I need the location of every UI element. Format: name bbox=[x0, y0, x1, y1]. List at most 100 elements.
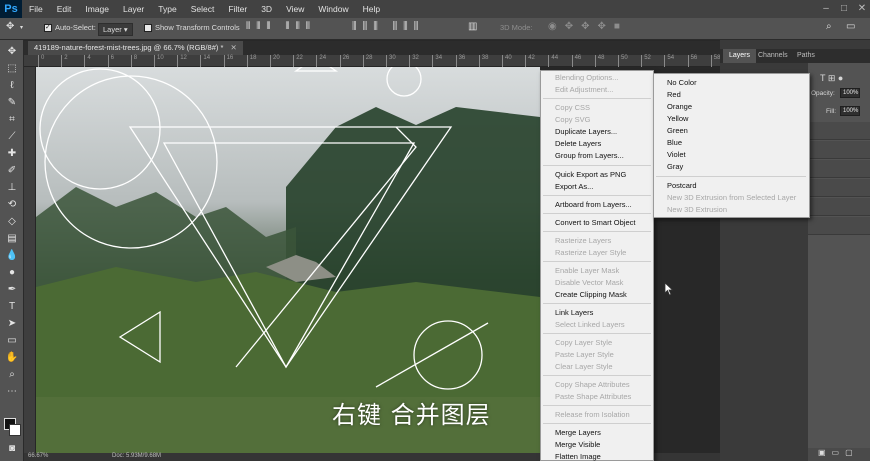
layer-row[interactable] bbox=[808, 122, 870, 140]
menu-item-rasterize-layers: Rasterize Layers bbox=[555, 236, 612, 245]
marquee-tool-icon[interactable]: ⬚ bbox=[4, 62, 20, 76]
lasso-tool-icon[interactable]: ℓ bbox=[4, 79, 20, 93]
stamp-tool-icon[interactable]: ⊥ bbox=[4, 181, 20, 195]
auto-align-icon[interactable]: ▥ bbox=[468, 21, 477, 32]
layer-row[interactable] bbox=[808, 179, 870, 197]
menu-item-red[interactable]: Red bbox=[667, 90, 681, 100]
path-select-tool-icon[interactable]: ➤ bbox=[4, 317, 20, 331]
menu-item-flatten-image[interactable]: Flatten Image bbox=[555, 452, 601, 461]
document-canvas[interactable]: 右键 合并图层 bbox=[36, 67, 540, 453]
menu-item-orange[interactable]: Orange bbox=[667, 102, 692, 112]
menu-item-yellow[interactable]: Yellow bbox=[667, 114, 688, 124]
search-icon[interactable]: ⌕ bbox=[826, 21, 832, 32]
menu-item-disable-vector-mask: Disable Vector Mask bbox=[555, 278, 624, 287]
distribute-icons[interactable]: ⫼⫼⫼ ⫼⫼⫼ bbox=[352, 21, 424, 32]
brush-tool-icon[interactable]: ✐ bbox=[4, 164, 20, 178]
ruler-tick-label: 28 bbox=[362, 55, 372, 67]
layer-row[interactable] bbox=[808, 160, 870, 178]
auto-select-checkbox[interactable]: Auto-Select: bbox=[44, 23, 96, 33]
menu-item-convert-smart-object[interactable]: Convert to Smart Object bbox=[555, 218, 635, 228]
background-color-swatch[interactable] bbox=[9, 424, 21, 436]
menu-item-link-layers[interactable]: Link Layers bbox=[555, 308, 593, 318]
tab-channels[interactable]: Channels bbox=[752, 49, 794, 63]
menu-item-merge-visible[interactable]: Merge Visible bbox=[555, 440, 600, 450]
align-icons[interactable]: ⫴⫴⫴ ⫴⫴⫴ bbox=[246, 21, 316, 32]
menu-item-create-clipping-mask[interactable]: Create Clipping Mask bbox=[555, 290, 627, 300]
tab-paths[interactable]: Paths bbox=[791, 49, 821, 63]
tool-preset-chevron-icon[interactable]: ▾ bbox=[20, 24, 23, 31]
menu-item-no-color[interactable]: No Color bbox=[667, 78, 697, 88]
close-icon[interactable]: ✕ bbox=[854, 0, 870, 18]
menu-separator bbox=[543, 333, 651, 334]
fill-label: Fill: bbox=[826, 108, 837, 115]
transform-controls-checkbox[interactable]: Show Transform Controls bbox=[144, 23, 240, 33]
ruler-tick-label: 20 bbox=[270, 55, 280, 67]
pen-tool-icon[interactable]: ✒ bbox=[4, 283, 20, 297]
quick-mask-icon[interactable]: ◙ bbox=[4, 442, 20, 456]
auto-select-dropdown[interactable]: Layer ▾ bbox=[98, 23, 133, 36]
ruler-tick-label: 10 bbox=[154, 55, 164, 67]
layer-row[interactable] bbox=[808, 198, 870, 216]
menu-window[interactable]: Window bbox=[311, 4, 355, 14]
workspace-icon[interactable]: ▭ bbox=[846, 21, 855, 32]
crop-tool-icon[interactable]: ⌗ bbox=[4, 113, 20, 127]
menu-item-artboard-from-layers[interactable]: Artboard from Layers... bbox=[555, 200, 632, 210]
zoom-tool-icon[interactable]: ⌕ bbox=[4, 368, 20, 382]
menu-item-violet[interactable]: Violet bbox=[667, 150, 686, 160]
menu-item-green[interactable]: Green bbox=[667, 126, 688, 136]
doc-size: Doc: 5.93M/9.68M bbox=[112, 453, 162, 459]
menu-item-duplicate-layers[interactable]: Duplicate Layers... bbox=[555, 127, 617, 137]
more-tools-icon[interactable]: ⋯ bbox=[4, 385, 20, 399]
menu-item-group-from-layers[interactable]: Group from Layers... bbox=[555, 151, 624, 161]
menu-item-blue[interactable]: Blue bbox=[667, 138, 682, 148]
3d-mode-icons[interactable]: ◉✥✥✥■ bbox=[548, 21, 628, 32]
auto-select-check-icon bbox=[44, 24, 52, 33]
document-tab[interactable]: 419189-nature-forest-mist-trees.jpg @ 66… bbox=[28, 41, 243, 55]
menu-3d[interactable]: 3D bbox=[254, 4, 279, 14]
type-tool-icon[interactable]: T bbox=[4, 300, 20, 314]
menu-image[interactable]: Image bbox=[78, 4, 116, 14]
menu-item-postcard[interactable]: Postcard bbox=[667, 181, 697, 191]
menu-select[interactable]: Select bbox=[184, 4, 222, 14]
move-tool-icon[interactable]: ✥ bbox=[6, 21, 14, 32]
maximize-icon[interactable]: □ bbox=[836, 0, 852, 18]
menu-type[interactable]: Type bbox=[151, 4, 183, 14]
eraser-tool-icon[interactable]: ◇ bbox=[4, 215, 20, 229]
menu-help[interactable]: Help bbox=[356, 4, 387, 14]
healing-tool-icon[interactable]: ✚ bbox=[4, 147, 20, 161]
layer-row[interactable] bbox=[808, 217, 870, 235]
ruler-top: 0 2 4 6 8 10 12 14 16 18 20 22 24 26 28 30 32 34 36 38 40 42 4… bbox=[24, 55, 720, 67]
menu-layer[interactable]: Layer bbox=[116, 4, 151, 14]
menu-filter[interactable]: Filter bbox=[221, 4, 254, 14]
history-brush-icon[interactable]: ⟲ bbox=[4, 198, 20, 212]
dodge-tool-icon[interactable]: ● bbox=[4, 266, 20, 280]
layer-row[interactable] bbox=[808, 141, 870, 159]
tab-close-icon[interactable]: ✕ bbox=[230, 43, 236, 52]
menu-item-export-as[interactable]: Export As... bbox=[555, 182, 593, 192]
opacity-input[interactable]: 100% bbox=[840, 88, 860, 98]
ruler-tick-label: 32 bbox=[409, 55, 419, 67]
menu-item-paste-shape-attributes: Paste Shape Attributes bbox=[555, 392, 632, 401]
hand-tool-icon[interactable]: ✋ bbox=[4, 351, 20, 365]
menu-separator bbox=[543, 195, 651, 196]
type-filter-icon[interactable]: T ⊞ ● bbox=[820, 73, 843, 84]
shape-tool-icon[interactable]: ▭ bbox=[4, 334, 20, 348]
fill-input[interactable]: 100% bbox=[840, 106, 860, 116]
menu-view[interactable]: View bbox=[279, 4, 311, 14]
blur-tool-icon[interactable]: 💧 bbox=[4, 249, 20, 263]
menu-separator bbox=[656, 176, 806, 177]
menu-item-gray[interactable]: Gray bbox=[667, 162, 683, 172]
gradient-tool-icon[interactable]: ▤ bbox=[4, 232, 20, 246]
menu-item-delete-layers[interactable]: Delete Layers bbox=[555, 139, 601, 149]
menu-item-quick-export-png[interactable]: Quick Export as PNG bbox=[555, 170, 626, 180]
minimize-icon[interactable]: – bbox=[818, 0, 834, 18]
menu-separator bbox=[543, 303, 651, 304]
eyedropper-tool-icon[interactable]: ⟋ bbox=[4, 130, 20, 144]
quick-select-tool-icon[interactable]: ✎ bbox=[4, 96, 20, 110]
menu-edit[interactable]: Edit bbox=[50, 4, 79, 14]
layer-actions-bar[interactable]: ▣▭▢ bbox=[808, 448, 870, 461]
zoom-level[interactable]: 66.67% bbox=[28, 453, 48, 459]
menu-file[interactable]: File bbox=[22, 4, 50, 14]
menu-item-merge-layers[interactable]: Merge Layers bbox=[555, 428, 601, 438]
move-tool-icon[interactable]: ✥ bbox=[4, 45, 20, 59]
